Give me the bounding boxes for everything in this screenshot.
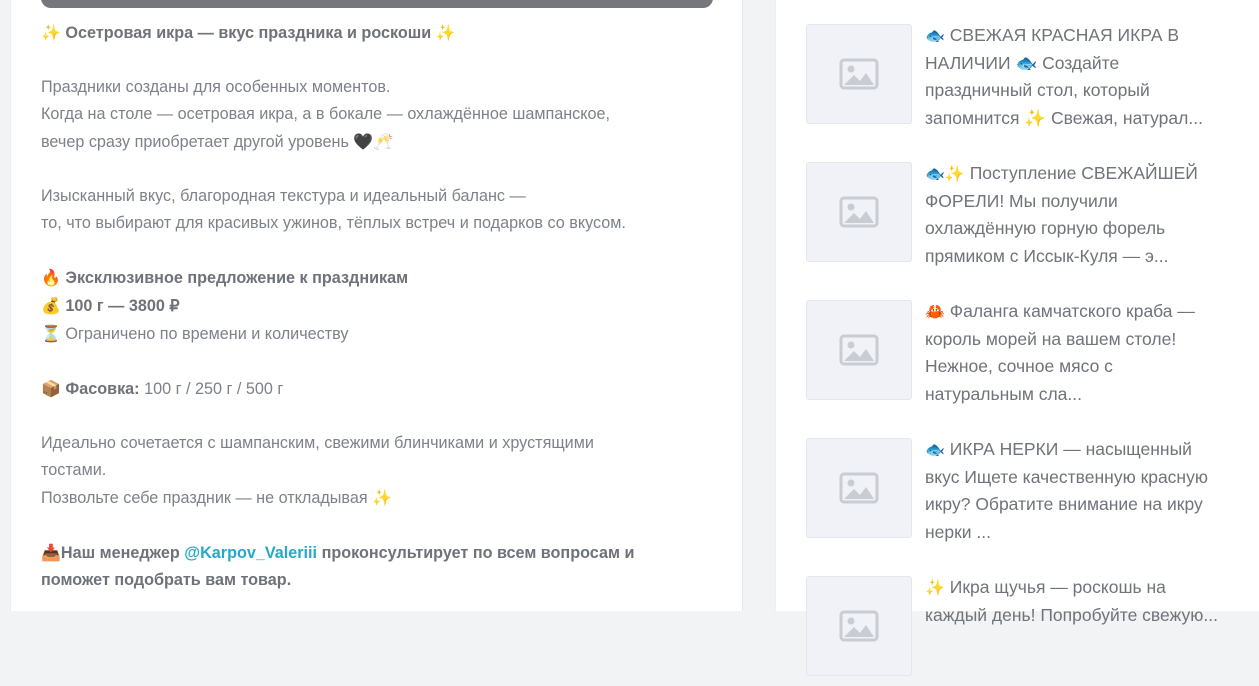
limited-text: Ограничено по времени и количеству — [65, 325, 349, 343]
post-text-line: Изысканный вкус, благородная текстура и … — [41, 187, 526, 205]
related-item-text[interactable]: СВЕЖАЯ КРАСНАЯ ИКРА В НАЛИЧИИ 🐟 Создайте… — [925, 25, 1203, 128]
related-item[interactable]: 🦀 Фаланга камчатского краба — король мор… — [806, 300, 1226, 410]
related-item-text[interactable]: Поступление СВЕЖАЙШЕЙ ФОРЕЛИ! Мы получил… — [925, 163, 1198, 266]
price: 100 г — 3800 ₽ — [65, 297, 180, 315]
post-text-line: вечер сразу приобретает другой уровень — [41, 133, 349, 151]
related-item-text[interactable]: Фаланга камчатского краба — король морей… — [925, 301, 1195, 404]
sparkles-icon: ✨ — [435, 23, 456, 42]
post-text-line: Праздники созданы для особенных моментов… — [41, 78, 391, 96]
sparkles-icon: ✨ — [925, 578, 945, 597]
packing-value: 100 г / 250 г / 500 г — [144, 380, 284, 398]
fire-icon: 🔥 — [41, 268, 61, 287]
image-placeholder-icon[interactable] — [806, 438, 912, 538]
related-item[interactable]: 🐟 ИКРА НЕРКИ — насыщенный вкус Ищете кач… — [806, 438, 1226, 548]
offer-title: Эксклюзивное предложение к праздникам — [65, 269, 409, 287]
manager-prefix: Наш менеджер — [60, 544, 180, 562]
post-card: ✨ Осетровая икра — вкус праздника и роск… — [10, 0, 743, 611]
manager-line2: поможет подобрать вам товар. — [41, 571, 292, 589]
post-text-line: Позвольте себе праздник — не откладывая — [41, 489, 368, 507]
hourglass-icon: ⏳ — [41, 324, 61, 343]
related-posts: 🐟 СВЕЖАЯ КРАСНАЯ ИКРА В НАЛИЧИИ 🐟 Создай… — [775, 0, 1259, 676]
fish-icon: 🐟 — [925, 440, 945, 459]
post-text-line: то, что выбирают для красивых ужинов, тё… — [41, 214, 626, 232]
related-item[interactable]: 🐟✨ Поступление СВЕЖАЙШЕЙ ФОРЕЛИ! Мы полу… — [806, 162, 1226, 272]
related-item[interactable]: 🐟 СВЕЖАЯ КРАСНАЯ ИКРА В НАЛИЧИИ 🐟 Создай… — [806, 24, 1226, 134]
inbox-icon: 📥 — [41, 543, 61, 562]
image-placeholder-icon[interactable] — [806, 162, 912, 262]
post-text-line: тостами. — [41, 461, 107, 479]
post-title: Осетровая икра — вкус праздника и роскош… — [65, 24, 432, 42]
related-item-text[interactable]: Икра щучья — роскошь на каждый день! Поп… — [925, 577, 1218, 625]
related-item-text[interactable]: ИКРА НЕРКИ — насыщенный вкус Ищете качес… — [925, 439, 1208, 542]
post-image-bar[interactable] — [41, 0, 713, 8]
packing-label: Фасовка: — [65, 380, 140, 398]
manager-suffix: проконсультирует по всем вопросам и — [321, 544, 635, 562]
sparkles-icon: ✨ — [372, 488, 393, 507]
money-bag-icon: 💰 — [41, 296, 61, 315]
crab-icon: 🦀 — [925, 302, 945, 321]
image-placeholder-icon[interactable] — [806, 576, 912, 676]
image-placeholder-icon[interactable] — [806, 300, 912, 400]
black-heart-icon: 🖤🥂 — [353, 132, 394, 151]
post-body: ✨ Осетровая икра — вкус праздника и роск… — [41, 19, 721, 621]
image-placeholder-icon[interactable] — [806, 24, 912, 124]
post-text-line: Идеально сочетается с шампанским, свежим… — [41, 434, 594, 452]
fish-icon: 🐟 — [925, 26, 945, 45]
related-item[interactable]: ✨ Икра щучья — роскошь на каждый день! П… — [806, 576, 1226, 686]
post-text-line: Когда на столе — осетровая икра, а в бок… — [41, 105, 611, 123]
fish-icon: 🐟✨ — [925, 164, 965, 183]
package-icon: 📦 — [41, 379, 61, 398]
sparkles-icon: ✨ — [41, 23, 61, 42]
manager-link[interactable]: @Karpov_Valeriii — [184, 544, 317, 562]
